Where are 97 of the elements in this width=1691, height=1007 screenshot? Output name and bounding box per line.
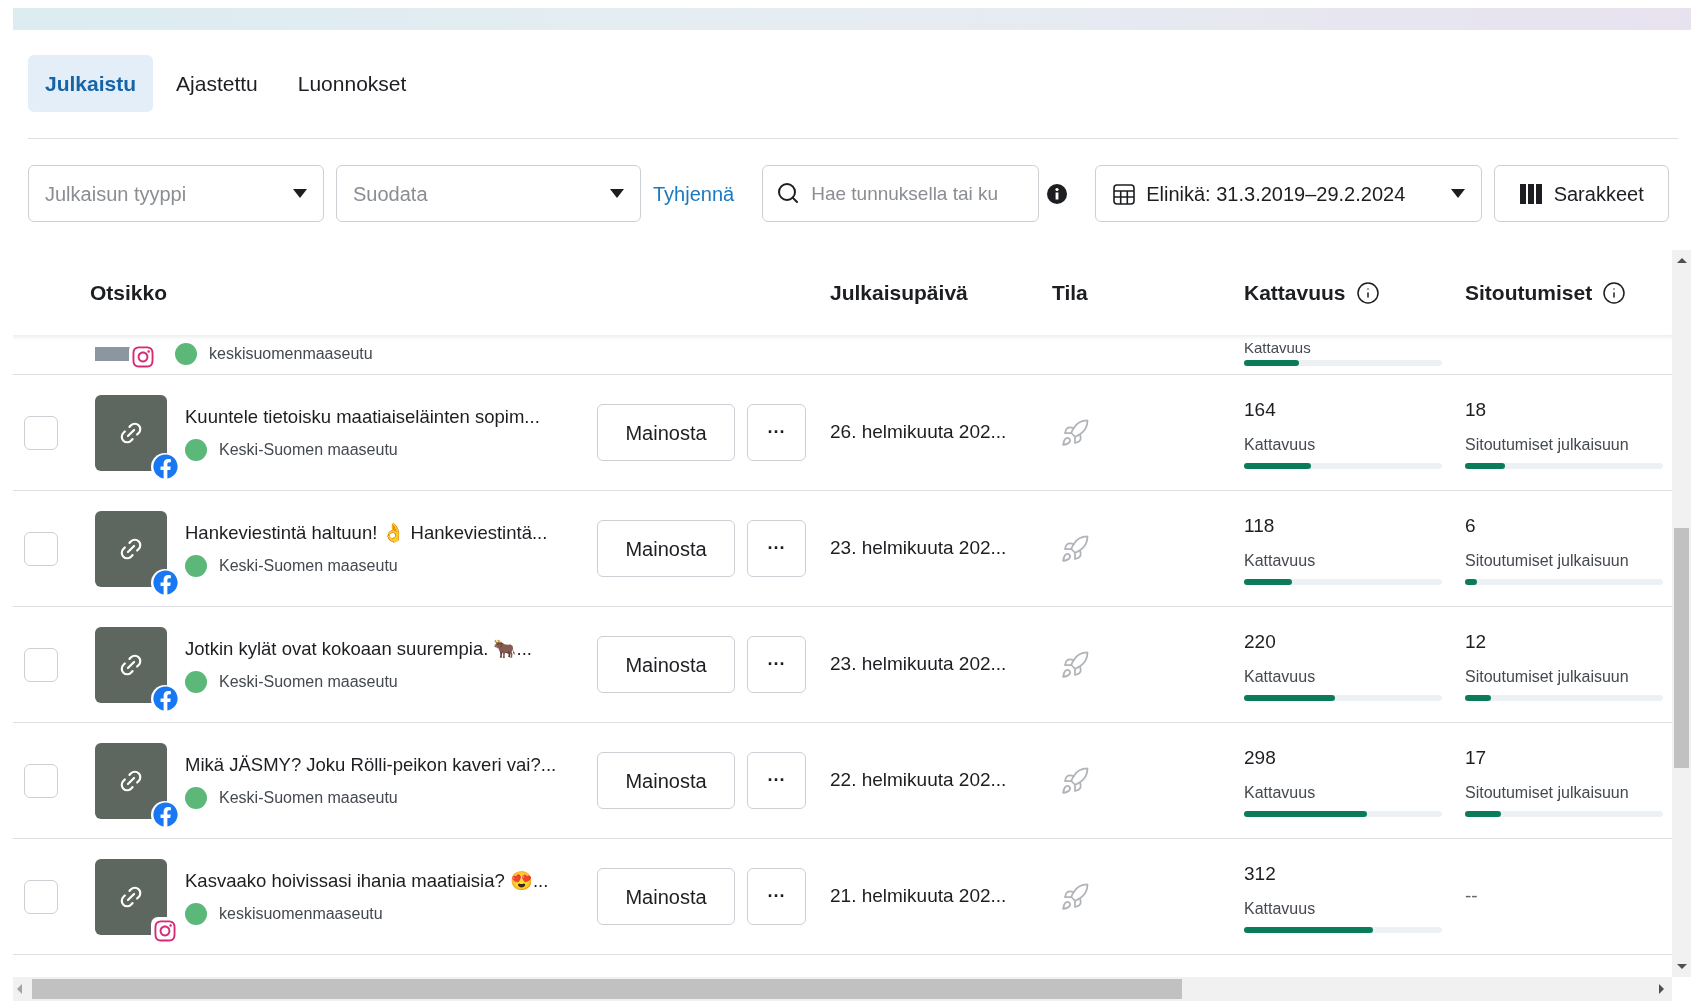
caret-icon — [1451, 189, 1466, 198]
promote-button[interactable]: Mainosta — [597, 404, 735, 461]
account-name: Keski-Suomen maaseutu — [219, 788, 398, 809]
more-button[interactable]: ··· — [747, 404, 806, 461]
page-avatar — [185, 555, 207, 578]
promote-button[interactable]: Mainosta — [597, 520, 735, 577]
account-name: Keski-Suomen maaseutu — [219, 440, 398, 461]
reach-value: 164 — [1244, 398, 1277, 423]
post-title: Kuuntele tietoisku maatiaiseläinten sopim... — [185, 404, 541, 429]
post-title: Jotkin kylät ovat kokoaan suurempia. 🐂... — [185, 636, 533, 661]
reach-value: 220 — [1244, 630, 1277, 655]
metric-label: Sitoutumiset julkaisuun — [1465, 550, 1630, 571]
account-name: Keski-Suomen maaseutu — [219, 672, 398, 693]
reach-value: 312 — [1244, 862, 1277, 887]
publish-date: 21. helmikuuta 202... — [830, 884, 1008, 909]
metric-label: Kattavuus — [1244, 434, 1317, 455]
metric-label: Kattavuus — [1244, 340, 1312, 356]
facebook-icon — [151, 800, 179, 829]
tab[interactable]: Luonnokset — [280, 55, 424, 112]
more-button[interactable]: ··· — [747, 636, 806, 693]
account-name: Keski-Suomen maaseutu — [219, 556, 398, 577]
more-button[interactable]: ··· — [747, 752, 806, 809]
scrollbar-thumb[interactable] — [32, 979, 1182, 999]
engagement-value: 12 — [1465, 630, 1488, 655]
post-title: Kasvaako hoivissasi ihania maatiaisia? 😍... — [185, 868, 550, 893]
metric-label: Sitoutumiset julkaisuun — [1465, 434, 1630, 455]
page-avatar — [185, 787, 207, 810]
instagram-icon — [151, 916, 179, 945]
info-icon — [1355, 280, 1380, 305]
metric-label: Kattavuus — [1244, 550, 1317, 571]
calendar-icon — [1112, 181, 1137, 206]
facebook-icon — [151, 684, 179, 713]
scrollbar-thumb[interactable] — [1674, 528, 1689, 768]
tab[interactable]: Ajastettu — [159, 55, 275, 112]
engagement-value: 18 — [1465, 398, 1488, 423]
row-checkbox[interactable] — [24, 763, 58, 798]
caret-icon — [610, 189, 624, 198]
metric-label: Kattavuus — [1244, 666, 1317, 687]
tab[interactable]: Julkaistu — [28, 55, 154, 112]
engagement-value: 6 — [1465, 514, 1477, 539]
column-header: Tila — [1052, 279, 1089, 306]
column-header: Sitoutumiset — [1465, 279, 1593, 306]
column-header: Kattavuus — [1244, 279, 1346, 306]
page-avatar — [185, 903, 207, 926]
account-name: keskisuomenmaaseutu — [209, 344, 373, 364]
metric-label: Sitoutumiset julkaisuun — [1465, 666, 1630, 687]
facebook-icon — [151, 568, 179, 597]
rocket-icon — [1060, 881, 1090, 912]
publish-date: 26. helmikuuta 202... — [830, 420, 1008, 445]
page-avatar — [185, 439, 207, 462]
reach-value: 298 — [1244, 746, 1277, 771]
facebook-icon — [151, 452, 179, 481]
scroll-down-icon — [1676, 964, 1687, 969]
horizontal-scrollbar[interactable] — [13, 977, 1672, 1001]
engagement-value: 17 — [1465, 746, 1488, 771]
metric-label: Kattavuus — [1244, 782, 1317, 803]
publish-date: 22. helmikuuta 202... — [830, 768, 1008, 793]
engagement-value: -- — [1465, 884, 1479, 909]
info-icon — [1047, 183, 1068, 204]
metric-label: Sitoutumiset julkaisuun — [1465, 782, 1630, 803]
post-title: Hankeviestintä haltuun! 👌 Hankeviestintä... — [185, 520, 549, 545]
metric-label: Kattavuus — [1244, 898, 1317, 919]
promote-button[interactable]: Mainosta — [597, 752, 735, 809]
columns-button[interactable]: Sarakkeet — [1494, 165, 1670, 222]
publish-date: 23. helmikuuta 202... — [830, 536, 1008, 561]
post-title: Mikä JÄSMY? Joku Rölli-peikon kaveri vai?... — [185, 752, 558, 777]
more-button[interactable]: ··· — [747, 520, 806, 577]
search-icon — [776, 181, 801, 205]
column-header: Otsikko — [90, 279, 169, 306]
reach-value: 118 — [1244, 514, 1276, 539]
row-checkbox[interactable] — [24, 531, 58, 566]
rocket-icon — [1060, 765, 1090, 796]
date-range-dropdown[interactable]: Elinikä: 31.3.2019–29.2.2024 — [1095, 165, 1483, 222]
publish-date: 23. helmikuuta 202... — [830, 652, 1008, 677]
page-avatar — [185, 671, 207, 694]
promote-button[interactable]: Mainosta — [597, 636, 735, 693]
columns-icon — [1519, 183, 1542, 204]
row-checkbox[interactable] — [24, 647, 58, 682]
instagram-icon — [129, 343, 157, 371]
search-field[interactable]: Hae tunnuksella tai ku — [762, 165, 1040, 222]
promote-button[interactable]: Mainosta — [597, 868, 735, 925]
clear-link[interactable]: Tyhjennä — [653, 178, 735, 209]
row-checkbox[interactable] — [24, 879, 58, 914]
rocket-icon — [1060, 533, 1090, 564]
column-header: Julkaisupäivä — [830, 279, 969, 306]
scroll-up-icon — [1676, 258, 1687, 263]
page-avatar — [175, 343, 197, 365]
more-button[interactable]: ··· — [747, 868, 806, 925]
info-icon — [1602, 280, 1627, 305]
scroll-left-icon — [17, 984, 22, 994]
rocket-icon — [1060, 649, 1090, 680]
vertical-scrollbar[interactable] — [1672, 250, 1691, 977]
account-name: keskisuomenmaaseutu — [219, 904, 383, 925]
rocket-icon — [1060, 417, 1090, 448]
scroll-right-icon — [1659, 984, 1664, 994]
row-checkbox[interactable] — [24, 415, 58, 450]
caret-icon — [293, 189, 307, 198]
